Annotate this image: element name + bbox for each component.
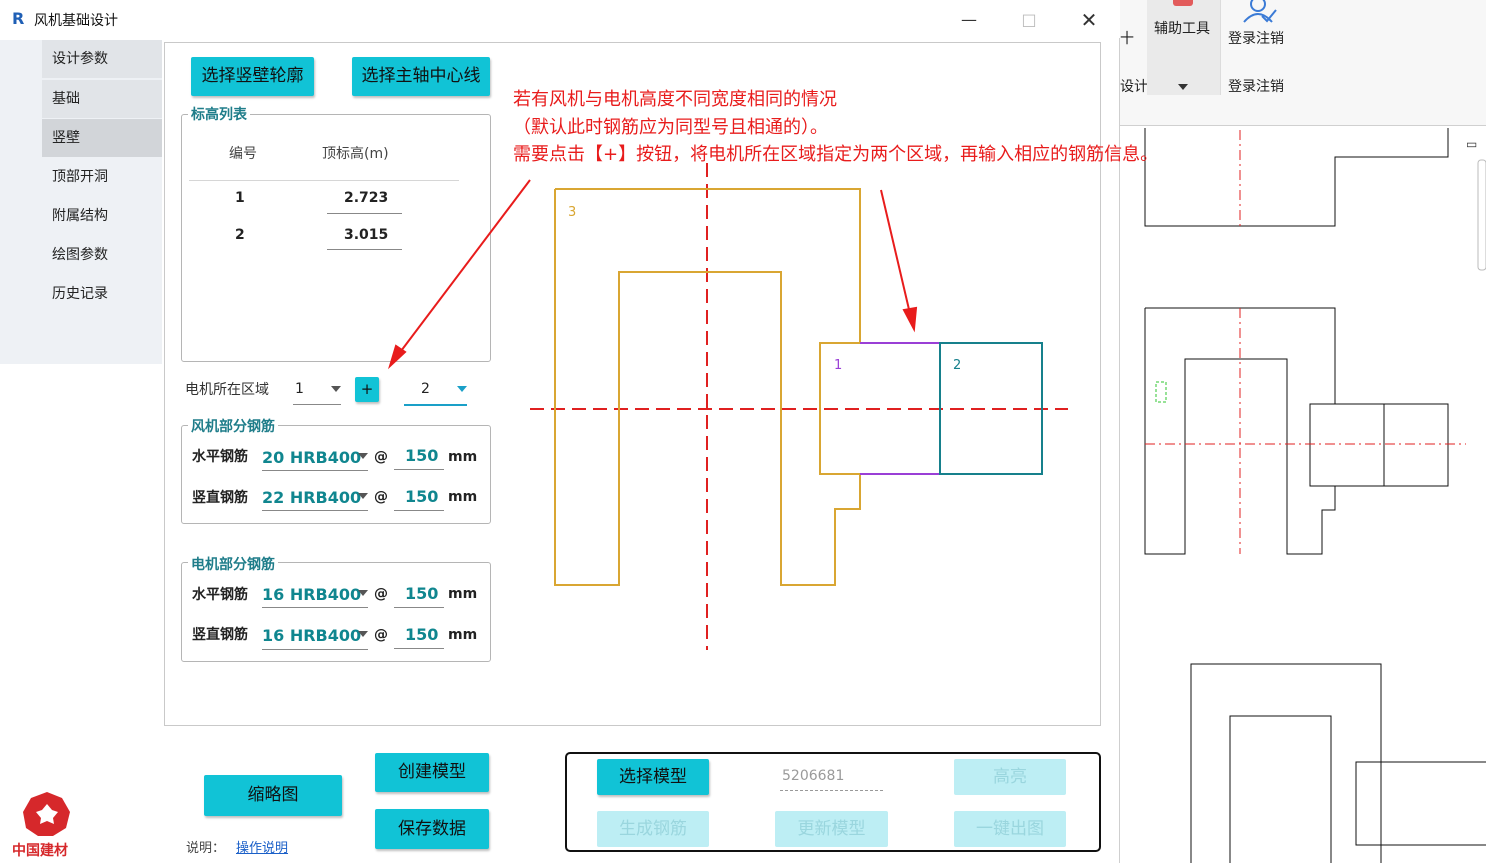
highlight-button[interactable]: 高亮 [954,759,1066,795]
svg-text:▭: ▭ [1466,137,1477,151]
region-label-1: 1 [834,358,843,373]
annotation-line-1: 若有风机与电机高度不同宽度相同的情况 [513,89,837,110]
thumbnail-button[interactable]: 缩略图 [204,775,342,816]
save-data-button[interactable]: 保存数据 [375,809,489,849]
wind-turbine-foundation-dialog: R 风机基础设计 — □ ✕ 设计参数 基础 竖壁 顶部开洞 附属结构 绘图参数… [0,0,1120,863]
one-click-drawing-button[interactable]: 一键出图 [954,811,1066,847]
centerlines [530,163,1068,650]
note-label: 说明： [186,841,226,856]
select-model-button[interactable]: 选择模型 [597,759,709,795]
generate-rebar-button[interactable]: 生成钢筋 [597,811,709,847]
update-model-button[interactable]: 更新模型 [775,811,888,847]
region-label-3: 3 [568,205,577,220]
annotation-arrow [880,189,912,319]
annotation-arrow-head [902,306,918,333]
operation-guide-link[interactable]: 操作说明 [236,837,288,856]
annotation-arrow [397,179,531,356]
annotation-line-3: 需要点击【+】按钮，将电机所在区域指定为两个区域，再输入相应的钢筋信息。 [513,144,1159,165]
model-id-underline [780,790,883,791]
cnbm-logo-text: 中国建材 [12,843,68,859]
create-model-button[interactable]: 创建模型 [375,753,489,792]
region-label-2: 2 [953,358,962,373]
annotation-line-2: （默认此时钢筋应为同型号且相通的）。 [513,117,828,138]
model-id-field[interactable]: 5206681 [782,768,844,784]
cnbm-logo-icon [23,792,70,836]
